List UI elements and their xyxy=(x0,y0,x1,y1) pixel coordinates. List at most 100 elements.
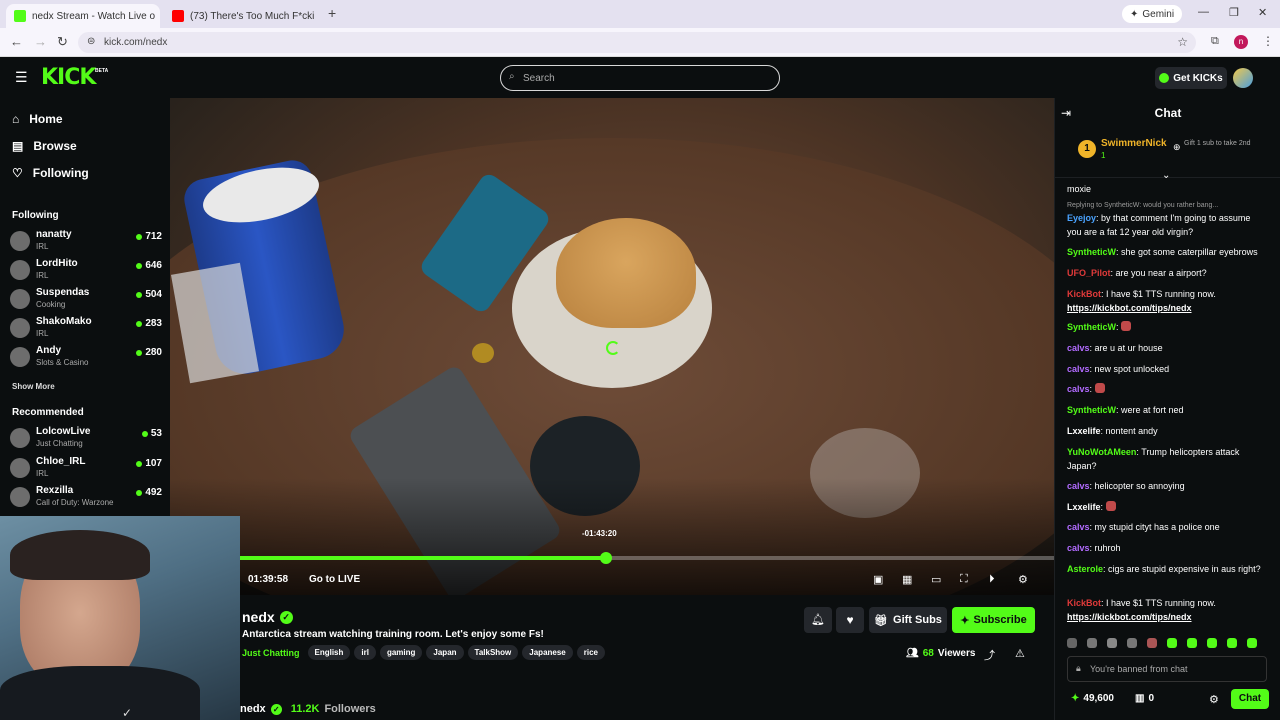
chat-send-button[interactable]: Chat xyxy=(1231,689,1269,709)
chat-username[interactable]: SyntheticW xyxy=(1067,322,1116,332)
webcam-overlay: ✓ xyxy=(0,516,240,720)
clip-icon[interactable]: ▦ xyxy=(902,573,912,586)
channel-item[interactable]: Rexzilla Call of Duty: Warzone 492 xyxy=(10,485,162,513)
channel-points[interactable]: ✦ 49,600 xyxy=(1071,693,1114,704)
emote-icon[interactable] xyxy=(1227,638,1237,648)
emote-icon[interactable] xyxy=(1207,638,1217,648)
theater-mode-icon[interactable]: ▭ xyxy=(931,573,941,586)
tag[interactable]: irl xyxy=(354,645,376,660)
new-tab-icon[interactable]: + xyxy=(328,5,336,21)
tab-kick[interactable]: nedx Stream - Watch Live o ✕ xyxy=(6,4,160,28)
chat-message: Lxxelife: xyxy=(1067,500,1265,514)
channel-item[interactable]: LolcowLive Just Chatting 53 xyxy=(10,426,162,454)
tag[interactable]: Japan xyxy=(426,645,464,660)
channel-name[interactable]: nedx ✓ xyxy=(242,609,293,625)
hamburger-menu-icon[interactable]: ☰ xyxy=(15,69,28,86)
channel-item[interactable]: Andy Slots & Casino 280 xyxy=(10,345,162,373)
go-to-live-button[interactable]: Go to LIVE xyxy=(309,574,360,585)
user-avatar[interactable] xyxy=(1233,68,1253,88)
video-player[interactable]: -01:43:20 01:39:58 Go to LIVE ▣ ▦ ▭ ⛶ ⏵ … xyxy=(170,98,1054,595)
chat-username[interactable]: calvs xyxy=(1067,384,1090,394)
extensions-icon[interactable]: ⧉ xyxy=(1211,35,1219,48)
emote-icon[interactable] xyxy=(1147,638,1157,648)
emote-icon[interactable] xyxy=(1187,638,1197,648)
forward-icon[interactable]: → xyxy=(34,34,47,49)
channel-item[interactable]: nanatty IRL 712 xyxy=(10,229,162,257)
emote-icon[interactable] xyxy=(1247,638,1257,648)
profile-avatar[interactable]: n xyxy=(1234,35,1248,49)
show-more-link[interactable]: Show More xyxy=(12,382,55,391)
chat-message: UFO_Pilot: are you near a airport? xyxy=(1067,266,1265,280)
window-close-icon[interactable]: ✕ xyxy=(1258,6,1267,19)
kick-favicon-icon xyxy=(14,10,26,22)
sidebar-item-browse[interactable]: ▤ Browse xyxy=(12,139,77,153)
chat-settings-icon[interactable]: ⚙ xyxy=(1209,693,1219,706)
report-icon[interactable]: ⚠ xyxy=(1015,647,1025,660)
maximize-icon[interactable]: ❐ xyxy=(1229,6,1239,19)
chat-username[interactable]: SyntheticW xyxy=(1067,247,1116,257)
category-link[interactable]: Just Chatting xyxy=(242,648,300,658)
subscribe-button[interactable]: ✦ Subscribe xyxy=(952,607,1035,633)
chat-username[interactable]: SyntheticW xyxy=(1067,405,1116,415)
url-input[interactable]: ⊜ kick.com/nedx ☆ xyxy=(78,32,1196,53)
back-icon[interactable]: ← xyxy=(10,34,23,49)
pinned-username[interactable]: SwimmerNick xyxy=(1101,138,1167,149)
sidebar-item-home[interactable]: ⌂ Home xyxy=(12,112,63,126)
chat-text: I have $1 TTS running now. xyxy=(1106,598,1216,608)
chat-username[interactable]: UFO_Pilot xyxy=(1067,268,1111,278)
chat-username[interactable]: calvs xyxy=(1067,543,1090,553)
channel-item[interactable]: Chloe_IRL IRL 107 xyxy=(10,456,162,484)
chat-link[interactable]: https://kickbot.com/tips/nedx xyxy=(1067,303,1192,313)
expand-chevron-icon[interactable]: ⌄ xyxy=(1162,170,1170,181)
tag[interactable]: English xyxy=(307,645,351,660)
fullscreen-icon[interactable]: ⛶ xyxy=(960,573,968,586)
chat-username[interactable]: KickBot xyxy=(1067,289,1101,299)
chat-message: calvs: new spot unlocked xyxy=(1067,362,1265,376)
site-info-icon[interactable]: ⊜ xyxy=(87,36,95,47)
reload-icon[interactable]: ↻ xyxy=(57,34,68,50)
settings-gear-icon[interactable]: ⚙ xyxy=(1018,573,1028,586)
chat-text: were at fort ned xyxy=(1121,405,1184,415)
seek-bar[interactable] xyxy=(240,552,1054,564)
chat-username[interactable]: calvs xyxy=(1067,364,1090,374)
autoplay-icon[interactable]: ⏵ xyxy=(989,573,995,586)
tag[interactable]: rice xyxy=(576,645,605,660)
emote-icon[interactable] xyxy=(1127,638,1137,648)
share-icon[interactable]: ⤴ xyxy=(984,647,995,663)
gift-subs-button[interactable]: 🎁︎ Gift Subs xyxy=(869,607,947,633)
channel-item[interactable]: LordHito IRL 646 xyxy=(10,258,162,286)
chat-link[interactable]: https://kickbot.com/tips/nedx xyxy=(1067,612,1192,622)
tag[interactable]: gaming xyxy=(379,645,423,660)
emote-icon[interactable] xyxy=(1167,638,1177,648)
notification-bell-icon[interactable]: 🔔︎ xyxy=(804,607,832,633)
chat-username[interactable]: YuNoWotAMeen xyxy=(1067,447,1136,457)
kick-logo[interactable]: KICK xyxy=(41,65,96,90)
chat-text: helicopter so annoying xyxy=(1094,481,1185,491)
chat-username[interactable]: KickBot xyxy=(1067,598,1101,608)
emote-icon[interactable] xyxy=(1067,638,1077,648)
menu-dots-icon[interactable]: ⋮ xyxy=(1262,34,1274,48)
chat-username[interactable]: Lxxelife xyxy=(1067,426,1101,436)
gemini-button[interactable]: ✦ Gemini xyxy=(1122,5,1183,23)
mini-player-icon[interactable]: ▣ xyxy=(873,573,883,586)
sidebar-item-following[interactable]: ♡ Following xyxy=(12,166,89,180)
chat-username[interactable]: calvs xyxy=(1067,343,1090,353)
tab-youtube[interactable]: (73) There's Too Much F*cki ✕ xyxy=(164,4,318,28)
channel-item[interactable]: ShakoMako IRL 283 xyxy=(10,316,162,344)
tag[interactable]: Japanese xyxy=(522,645,573,660)
chat-username[interactable]: calvs xyxy=(1067,522,1090,532)
kicks-balance[interactable]: ▥ 0 xyxy=(1135,693,1154,704)
chat-username[interactable]: calvs xyxy=(1067,481,1090,491)
follow-heart-icon[interactable]: ♥ xyxy=(836,607,864,633)
emote-icon[interactable] xyxy=(1107,638,1117,648)
tag[interactable]: TalkShow xyxy=(467,645,519,660)
get-kicks-button[interactable]: Get KICKs xyxy=(1155,67,1227,89)
chat-username[interactable]: Eyejoy xyxy=(1067,213,1096,223)
minimize-icon[interactable]: — xyxy=(1198,6,1209,18)
channel-item[interactable]: Suspendas Cooking 504 xyxy=(10,287,162,315)
emote-icon[interactable] xyxy=(1087,638,1097,648)
chat-username[interactable]: Asterole xyxy=(1067,564,1103,574)
bookmark-star-icon[interactable]: ☆ xyxy=(1177,35,1188,49)
search-input[interactable]: ⌕ Search xyxy=(500,65,780,91)
chat-username[interactable]: Lxxelife xyxy=(1067,502,1101,512)
